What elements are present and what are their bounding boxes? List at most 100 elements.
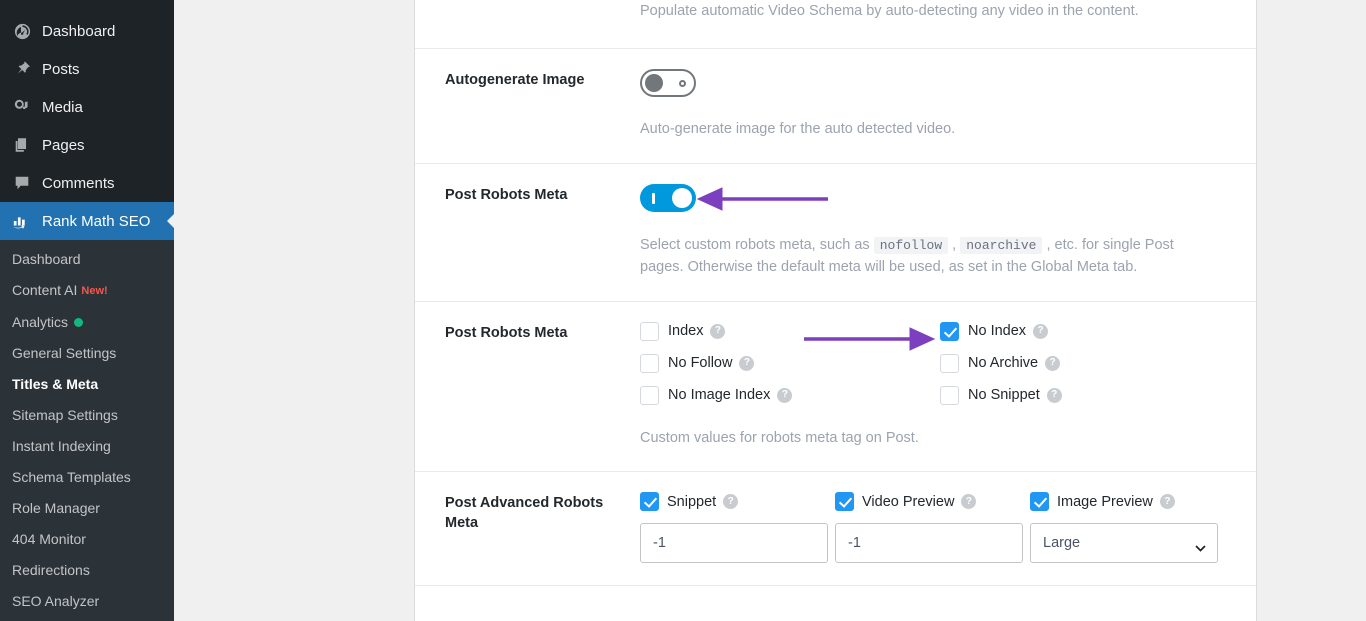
- checkbox-label: No Snippet: [968, 387, 1040, 404]
- sidebar-item-posts[interactable]: Posts: [0, 50, 174, 88]
- checkbox-label: No Follow: [668, 355, 733, 372]
- help-icon[interactable]: ?: [723, 494, 739, 510]
- sidebar-item-rank-math-seo[interactable]: Rank Math SEO: [0, 202, 174, 240]
- checkbox-label: Image Preview: [1057, 493, 1153, 510]
- checkbox-row-no-image-index[interactable]: No Image Index ?: [640, 385, 940, 405]
- robots-meta-note: Custom values for robots meta tag on Pos…: [640, 429, 919, 446]
- checkbox-no-archive[interactable]: [940, 353, 959, 373]
- submenu-item-general-settings[interactable]: General Settings: [0, 338, 174, 369]
- toggle-knob: [645, 74, 663, 93]
- row-field: Select custom robots meta, such as nofol…: [640, 164, 1226, 301]
- help-icon[interactable]: ?: [777, 387, 793, 403]
- checkbox-index[interactable]: [640, 321, 659, 341]
- submenu-item-dashboard[interactable]: Dashboard: [0, 244, 174, 275]
- autogenerate-image-description: Auto-generate image for the auto detecte…: [640, 121, 956, 138]
- desc-part-1: Select custom robots meta, such as: [640, 236, 874, 253]
- sidebar-item-label: Pages: [42, 136, 85, 154]
- checkbox-label: No Image Index: [668, 387, 771, 404]
- submenu-item-content-ai[interactable]: Content AI New!: [0, 275, 174, 307]
- submenu-label: Redirections: [12, 562, 90, 578]
- checkbox-label: Video Preview: [862, 493, 955, 510]
- sidebar-item-pages[interactable]: Pages: [0, 126, 174, 164]
- submenu-item-schema-templates[interactable]: Schema Templates: [0, 462, 174, 493]
- wordpress-admin-screen: Dashboard Posts Media Pages Comments Ran…: [0, 0, 1366, 621]
- robots-meta-checkbox-grid: Index ? No Index ? No Follow ? No Archiv…: [640, 321, 1226, 405]
- settings-row-autogenerate-image: Autogenerate Image Auto-generate image f…: [415, 49, 1256, 164]
- checkbox-video-preview[interactable]: [835, 492, 854, 512]
- sidebar-item-media[interactable]: Media: [0, 88, 174, 126]
- snippet-value-input[interactable]: [640, 523, 828, 564]
- post-robots-meta-toggle[interactable]: [640, 183, 696, 212]
- submenu-label: General Settings: [12, 345, 117, 361]
- media-icon: [10, 97, 34, 117]
- video-preview-value-input[interactable]: [835, 523, 1023, 564]
- checkbox-label: Index: [668, 323, 704, 340]
- row-field: Populate automatic Video Schema by auto-…: [640, 0, 1226, 48]
- help-icon[interactable]: ?: [710, 323, 726, 339]
- checkbox-image-preview[interactable]: [1030, 492, 1049, 512]
- checkbox-row-no-archive[interactable]: No Archive ?: [940, 353, 1226, 373]
- advanced-head-snippet[interactable]: Snippet ?: [640, 492, 828, 512]
- submenu-label: Role Manager: [12, 500, 100, 516]
- settings-row-post-advanced-robots-meta: Post Advanced Robots Meta Snippet ? -1 V…: [415, 472, 1256, 587]
- checkbox-no-follow[interactable]: [640, 353, 659, 373]
- advanced-col-snippet: Snippet ?: [640, 492, 828, 564]
- checkbox-snippet[interactable]: [640, 492, 659, 512]
- checkbox-label: No Archive: [968, 355, 1039, 372]
- desc-separator: ,: [948, 236, 961, 253]
- status-dot-icon: [74, 318, 84, 327]
- sidebar-item-label: Comments: [42, 174, 115, 192]
- image-preview-select[interactable]: Large: [1030, 523, 1218, 564]
- admin-sidebar: Dashboard Posts Media Pages Comments Ran…: [0, 0, 174, 621]
- advanced-col-video-preview: Video Preview ?: [835, 492, 1023, 564]
- submenu-item-titles-meta[interactable]: Titles & Meta: [0, 369, 174, 400]
- checkbox-no-index[interactable]: [940, 321, 959, 341]
- checkbox-no-image-index[interactable]: [640, 385, 659, 405]
- post-robots-meta-description: Select custom robots meta, such as nofol…: [640, 234, 1192, 279]
- checkbox-row-no-follow[interactable]: No Follow ?: [640, 353, 940, 373]
- image-preview-select-wrap: Large: [1030, 523, 1218, 564]
- autogenerate-image-toggle[interactable]: [640, 69, 696, 98]
- settings-row-video-schema: Populate automatic Video Schema by auto-…: [415, 0, 1256, 50]
- comment-icon: [10, 173, 34, 193]
- sidebar-item-label: Posts: [42, 60, 80, 78]
- submenu-item-analytics[interactable]: Analytics: [0, 307, 174, 338]
- submenu-item-instant-indexing[interactable]: Instant Indexing: [0, 431, 174, 462]
- help-icon[interactable]: ?: [1033, 323, 1049, 339]
- submenu-label: Dashboard: [12, 251, 81, 267]
- help-icon[interactable]: ?: [961, 494, 977, 510]
- settings-panel: Populate automatic Video Schema by auto-…: [414, 0, 1257, 621]
- new-badge: New!: [81, 285, 108, 297]
- row-label-post-advanced-robots-meta: Post Advanced Robots Meta: [445, 495, 604, 531]
- submenu-label: Analytics: [12, 314, 69, 330]
- sidebar-main-menu: Dashboard Posts Media Pages Comments Ran…: [0, 0, 174, 240]
- submenu-label: SEO Analyzer: [12, 593, 100, 609]
- sidebar-item-comments[interactable]: Comments: [0, 164, 174, 202]
- checkbox-row-no-snippet[interactable]: No Snippet ?: [940, 385, 1226, 405]
- submenu-item-sitemap-settings[interactable]: Sitemap Settings: [0, 400, 174, 431]
- checkbox-label: Snippet: [667, 493, 717, 510]
- row-label-post-robots-meta: Post Robots Meta: [445, 186, 568, 203]
- rank-math-icon: [10, 211, 34, 231]
- pages-icon: [10, 135, 34, 155]
- code-noarchive: noarchive: [960, 236, 1043, 254]
- submenu-label: Schema Templates: [12, 469, 131, 485]
- advanced-col-image-preview: Image Preview ? Large: [1030, 492, 1218, 564]
- sidebar-item-dashboard[interactable]: Dashboard: [0, 12, 174, 50]
- checkbox-row-index[interactable]: Index ?: [640, 321, 940, 341]
- help-icon[interactable]: ?: [1046, 387, 1062, 403]
- submenu-item-redirections[interactable]: Redirections: [0, 555, 174, 586]
- checkbox-row-no-index[interactable]: No Index ?: [940, 321, 1226, 341]
- help-icon[interactable]: ?: [739, 355, 755, 371]
- sidebar-item-label: Dashboard: [42, 22, 116, 40]
- submenu-label: Sitemap Settings: [12, 407, 118, 423]
- dashboard-icon: [10, 21, 34, 41]
- submenu-item-seo-analyzer[interactable]: SEO Analyzer: [0, 586, 174, 617]
- checkbox-no-snippet[interactable]: [940, 385, 959, 405]
- help-icon[interactable]: ?: [1159, 494, 1175, 510]
- submenu-item-role-manager[interactable]: Role Manager: [0, 493, 174, 524]
- advanced-head-video-preview[interactable]: Video Preview ?: [835, 492, 1023, 512]
- help-icon[interactable]: ?: [1045, 355, 1061, 371]
- advanced-head-image-preview[interactable]: Image Preview ?: [1030, 492, 1218, 512]
- submenu-item-404-monitor[interactable]: 404 Monitor: [0, 524, 174, 555]
